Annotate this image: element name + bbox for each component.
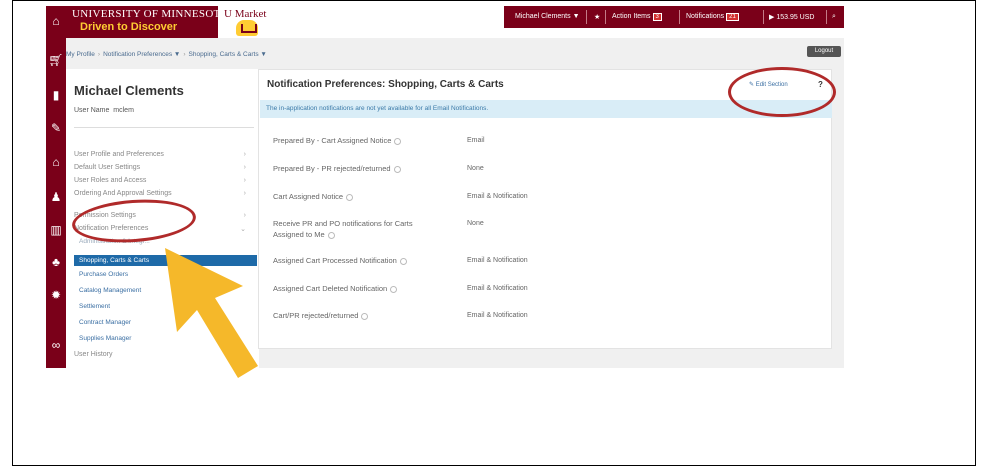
- university-tagline: Driven to Discover: [80, 21, 178, 33]
- info-icon[interactable]: [399, 257, 407, 265]
- chevron-right-icon: ›: [243, 190, 246, 197]
- divider: [763, 10, 764, 24]
- notification-row-label: Cart Assigned Notice: [273, 191, 443, 202]
- divider: [74, 127, 254, 128]
- notification-row-value: None: [467, 220, 484, 227]
- university-name: UNIVERSITY OF MINNESOTA: [72, 8, 228, 20]
- home-icon[interactable]: ⌂: [46, 12, 66, 30]
- sidebar-sub-purchase-orders[interactable]: Purchase Orders: [79, 271, 128, 278]
- page-title: Notification Preferences: Shopping, Cart…: [267, 79, 504, 90]
- info-icon[interactable]: [327, 231, 335, 239]
- admin-icon[interactable]: ♣: [46, 253, 66, 271]
- sidebar-sub-settlement[interactable]: Settlement: [79, 303, 110, 310]
- notification-row-value: None: [467, 165, 484, 172]
- gear-icon[interactable]: ✹: [46, 286, 66, 304]
- info-icon[interactable]: [390, 285, 398, 293]
- binoculars-icon[interactable]: ∞: [46, 336, 66, 354]
- app-header: UNIVERSITY OF MINNESOTA Driven to Discov…: [66, 6, 844, 38]
- profile-name: Michael Clements: [74, 83, 184, 98]
- user-name-row: User Name mclem: [74, 107, 134, 114]
- people-icon[interactable]: ♟: [46, 188, 66, 206]
- university-logo[interactable]: UNIVERSITY OF MINNESOTA Driven to Discov…: [66, 6, 228, 38]
- logout-button[interactable]: Logout: [807, 46, 841, 57]
- notification-row-label: Assigned Cart Processed Notification: [273, 255, 443, 266]
- bank-icon[interactable]: ⌂: [46, 153, 66, 171]
- sidebar-sub-catalog-management[interactable]: Catalog Management: [79, 287, 141, 294]
- user-menu[interactable]: Michael Clements ▼: [515, 13, 580, 20]
- search-icon[interactable]: ⌕: [832, 13, 836, 21]
- chevron-right-icon: ›: [243, 177, 246, 184]
- umarket-cart-logo-icon: [236, 20, 258, 36]
- notification-row-value: Email & Notification: [467, 193, 528, 200]
- top-utility-bar: Michael Clements ▼ ★ Action Items 3 Notif…: [504, 6, 844, 28]
- notifications-link[interactable]: Notifications 21: [686, 13, 739, 21]
- chevron-right-icon: ›: [243, 151, 246, 158]
- sidebar-item-user-roles[interactable]: User Roles and Access ›: [74, 177, 246, 184]
- info-icon[interactable]: [394, 137, 402, 145]
- breadcrumb-my-profile[interactable]: My Profile: [66, 51, 95, 58]
- divider: [586, 10, 587, 24]
- divider: [605, 10, 606, 24]
- notification-row-label: Assigned Cart Deleted Notification: [273, 283, 443, 294]
- notification-row-value: Email & Notification: [467, 257, 528, 264]
- sidebar-item-default-settings[interactable]: Default User Settings ›: [74, 164, 246, 171]
- chevron-right-icon: ›: [243, 212, 246, 219]
- notification-row-value: Email & Notification: [467, 285, 528, 292]
- notification-row-label: Receive PR and PO notifications for Cart…: [273, 219, 413, 239]
- info-icon[interactable]: [393, 165, 401, 173]
- sidebar-sub-contract-manager[interactable]: Contract Manager: [79, 319, 131, 326]
- edit-icon[interactable]: ✎: [46, 119, 66, 137]
- left-icon-rail: ⌂ 🛒︎ ▮ ✎ ⌂ ♟ ▥ ♣ ✹ ∞: [46, 6, 66, 368]
- document-icon[interactable]: ▮: [46, 86, 66, 104]
- sidebar-sub-supplies-manager[interactable]: Supplies Manager: [79, 335, 131, 342]
- sidebar-item-user-profile[interactable]: User Profile and Preferences ›: [74, 151, 246, 158]
- notifications-count: 21: [726, 13, 739, 21]
- info-icon[interactable]: [361, 312, 369, 320]
- notification-row-label: Cart/PR rejected/returned: [273, 310, 443, 321]
- breadcrumb-shopping-carts[interactable]: Shopping, Carts & Carts ▼: [189, 51, 267, 58]
- breadcrumb: My Profile › Notification Preferences ▼ › Sh…: [66, 51, 267, 58]
- screenshot-frame: ⌂ 🛒︎ ▮ ✎ ⌂ ♟ ▥ ♣ ✹ ∞ UNIVERSITY OF MINNE…: [12, 0, 976, 466]
- chevron-down-icon: ⌄: [240, 226, 246, 233]
- notification-row-label: Prepared By - Cart Assigned Notice: [273, 135, 443, 146]
- info-icon[interactable]: [346, 193, 354, 201]
- notification-row-value: Email: [467, 137, 485, 144]
- divider: [679, 10, 680, 24]
- annotation-arrow-icon: [165, 248, 258, 378]
- chart-icon[interactable]: ▥: [46, 221, 66, 239]
- breadcrumb-notification-preferences[interactable]: Notification Preferences ▼: [103, 51, 180, 58]
- action-items-link[interactable]: Action Items 3: [612, 13, 662, 21]
- chevron-right-icon: ›: [243, 164, 246, 171]
- app-name: U Market: [224, 8, 267, 20]
- cart-total-link[interactable]: ▶ 153.95 USD: [769, 13, 814, 21]
- action-items-count: 3: [652, 13, 662, 21]
- notification-row-label: Prepared By - PR rejected/returned: [273, 163, 443, 174]
- annotation-circle-edit-section: [728, 67, 836, 117]
- divider: [826, 10, 827, 24]
- star-icon[interactable]: ★: [594, 13, 600, 21]
- cart-icon[interactable]: 🛒︎: [46, 51, 66, 69]
- sidebar-item-ordering-approval[interactable]: Ordering And Approval Settings ›: [74, 190, 246, 197]
- notification-preferences-panel: Notification Preferences: Shopping, Cart…: [258, 69, 832, 349]
- notification-row-value: Email & Notification: [467, 312, 528, 319]
